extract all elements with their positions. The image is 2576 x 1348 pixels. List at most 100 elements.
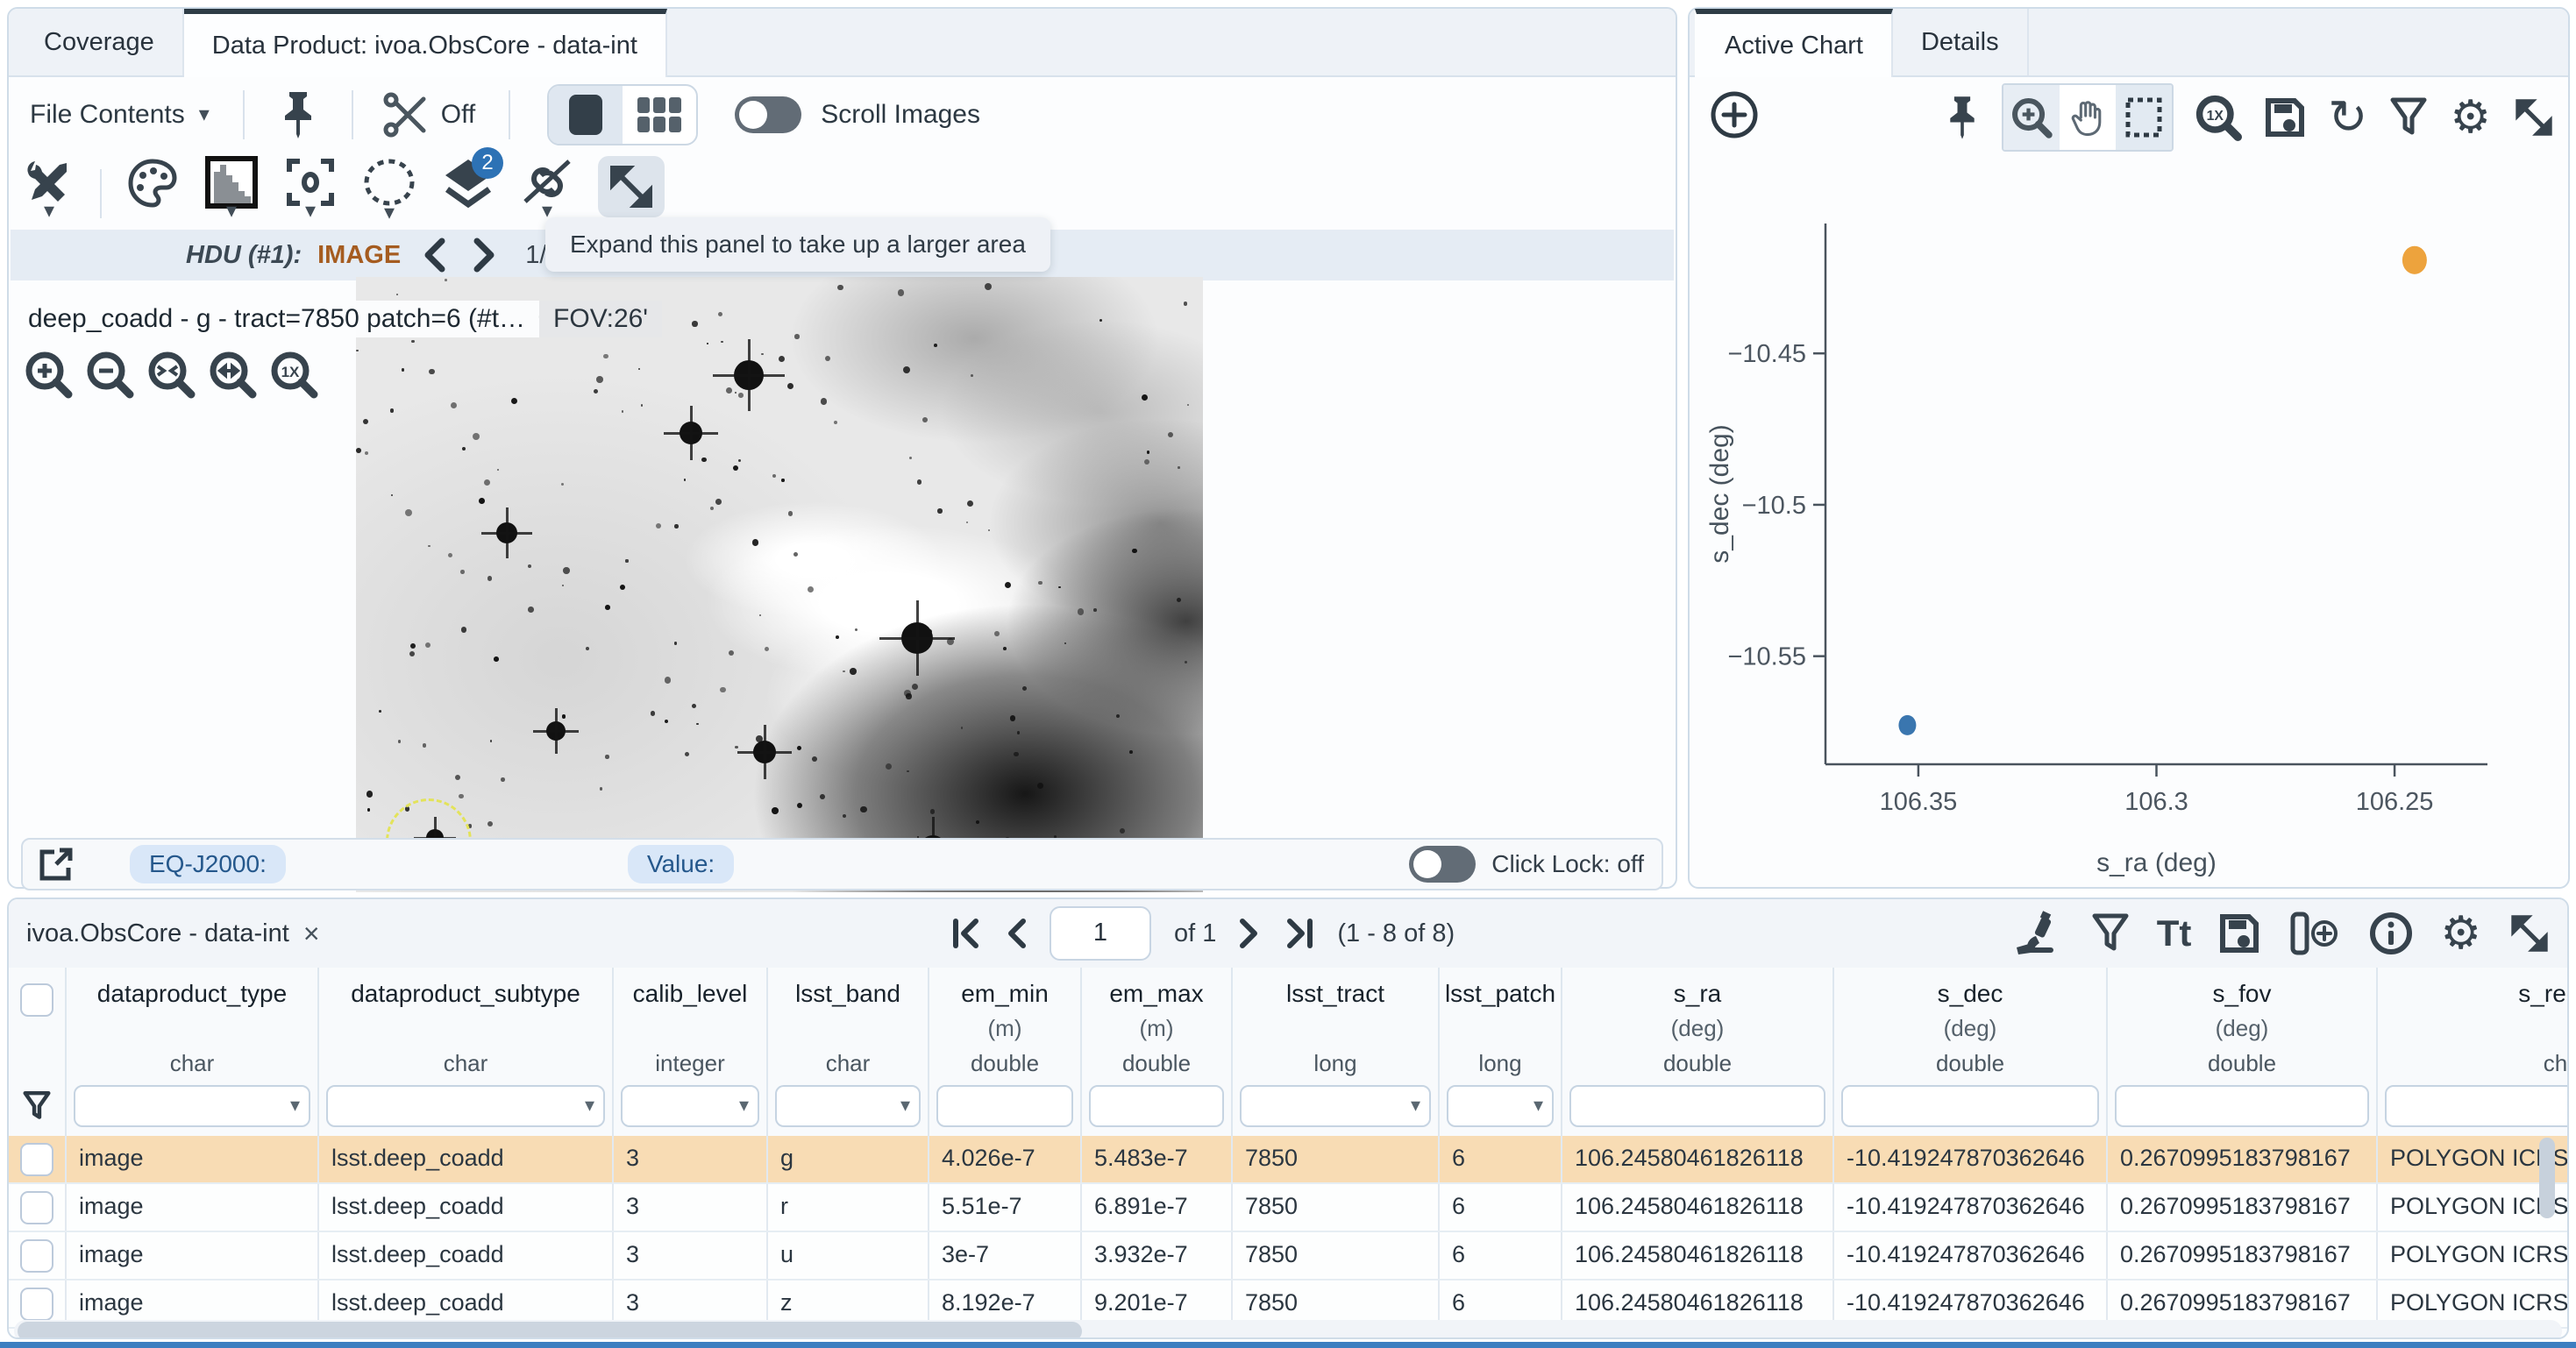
next-page-icon[interactable]	[1239, 918, 1262, 949]
table-row[interactable]: imagelsst.deep_coadd3r5.51e-76.891e-7785…	[9, 1184, 2569, 1232]
select-region-button[interactable]: ▾	[361, 156, 417, 217]
right-tabbar: Active Chart Details	[1690, 9, 2568, 77]
file-contents-dropdown[interactable]: File Contents	[30, 100, 185, 130]
hdu-next-button[interactable]	[467, 236, 502, 274]
table-filter-icon[interactable]	[2090, 912, 2131, 955]
chart-filter-icon[interactable]	[2388, 96, 2429, 139]
obscore-table-panel: ivoa.ObsCore - data-int × 1 of 1 (1 - 8 …	[7, 897, 2569, 1339]
table-settings-icon[interactable]: ⚙	[2440, 912, 2481, 955]
column-filter-select[interactable]: ▾	[1447, 1085, 1554, 1127]
row-checkbox[interactable]	[20, 1191, 53, 1224]
column-header[interactable]: em_max	[1109, 980, 1203, 1015]
table-cell: image	[67, 1184, 319, 1231]
pin-chart-icon[interactable]	[1944, 95, 1981, 140]
chart-select-button[interactable]	[2116, 85, 2172, 150]
column-filter-select[interactable]: ▾	[621, 1085, 759, 1127]
table-horizontal-scrollbar[interactable]	[14, 1320, 2562, 1339]
row-checkbox[interactable]	[20, 1288, 53, 1321]
column-header[interactable]: calib_level	[633, 980, 748, 1015]
scatter-chart[interactable]: 106.35106.3106.25−10.45−10.5−10.55s_ra (…	[1690, 158, 2568, 889]
column-header[interactable]: lsst_tract	[1286, 980, 1384, 1015]
info-icon[interactable]	[2368, 911, 2414, 956]
column-filter-select[interactable]: ▾	[326, 1085, 605, 1127]
table-tab[interactable]: ivoa.ObsCore - data-int ×	[9, 918, 320, 950]
crop-scissors-icon[interactable]	[383, 92, 429, 138]
column-filter-input[interactable]	[1569, 1085, 1825, 1127]
click-lock-toggle[interactable]	[1409, 846, 1476, 883]
chart-expand-icon[interactable]	[2512, 96, 2556, 139]
column-header[interactable]: em_min	[961, 980, 1049, 1015]
chart-restore-icon[interactable]: ↻	[2328, 96, 2367, 139]
fits-image-viewport[interactable]	[356, 277, 1203, 892]
table-save-icon[interactable]	[2217, 912, 2261, 955]
stretch-histogram-button[interactable]: ▾	[203, 156, 260, 216]
row-checkbox[interactable]	[20, 1239, 53, 1273]
scroll-images-toggle[interactable]	[735, 96, 801, 133]
chevron-down-icon[interactable]: ▾	[199, 110, 210, 119]
table-row[interactable]: imagelsst.deep_coadd3u3e-73.932e-7785061…	[9, 1232, 2569, 1281]
column-filter-input[interactable]	[1841, 1085, 2099, 1127]
column-header[interactable]: lsst_band	[795, 980, 900, 1015]
expand-panel-button[interactable]	[598, 156, 665, 217]
chart-zoom-original-icon[interactable]: 1X	[2195, 94, 2242, 141]
page-number-input[interactable]: 1	[1050, 906, 1151, 961]
column-filter-input[interactable]	[2115, 1085, 2369, 1127]
image-status-bar: EQ-J2000: Value: Click Lock: off	[21, 838, 1663, 890]
zoom-out-icon[interactable]	[84, 349, 135, 400]
single-view-button[interactable]	[549, 86, 623, 144]
zoom-in-icon[interactable]	[23, 349, 74, 400]
text-view-icon[interactable]: Tt	[2157, 912, 2192, 954]
column-header[interactable]: dataproduct_type	[97, 980, 287, 1015]
close-icon[interactable]: ×	[303, 918, 320, 950]
color-palette-button[interactable]	[125, 156, 181, 210]
chart-pan-button[interactable]	[2060, 85, 2116, 150]
tab-details-label: Details	[1921, 28, 1999, 57]
column-header[interactable]: s_region	[2518, 980, 2569, 1015]
center-image-button[interactable]: ▾	[282, 156, 338, 216]
last-page-icon[interactable]	[1284, 918, 1314, 949]
pin-icon[interactable]	[278, 90, 318, 139]
zoom-fit-icon[interactable]	[146, 349, 196, 400]
column-filter-input[interactable]	[936, 1085, 1073, 1127]
table-row[interactable]: imagelsst.deep_coadd3g4.026e-75.483e-778…	[9, 1136, 2569, 1184]
table-vertical-scrollbar[interactable]	[2539, 1138, 2555, 1313]
add-column-icon[interactable]	[2288, 911, 2342, 956]
table-cell: 6	[1440, 1184, 1562, 1231]
column-filter-input[interactable]	[1089, 1085, 1224, 1127]
column-header[interactable]: s_dec	[1938, 980, 2003, 1015]
inspect-microscope-icon[interactable]	[2015, 909, 2064, 958]
column-header[interactable]: dataproduct_subtype	[351, 980, 580, 1015]
chevron-down-icon: ▾	[1411, 1094, 1420, 1117]
zoom-fill-icon[interactable]	[207, 349, 258, 400]
image-tools-button[interactable]: ▾	[21, 156, 77, 216]
wcs-unlink-button[interactable]: ▾	[519, 156, 575, 216]
chart-zoom-button[interactable]	[2003, 85, 2060, 150]
layers-button[interactable]: 2	[440, 156, 496, 214]
hdu-prev-button[interactable]	[416, 236, 452, 274]
chart-settings-icon[interactable]: ⚙	[2450, 96, 2491, 139]
chart-save-icon[interactable]	[2263, 96, 2307, 139]
column-filter-select[interactable]: ▾	[1240, 1085, 1431, 1127]
first-page-icon[interactable]	[951, 918, 981, 949]
table-cell: image	[67, 1136, 319, 1182]
column-header[interactable]: lsst_patch	[1445, 980, 1555, 1015]
row-checkbox[interactable]	[20, 1143, 53, 1176]
column-header[interactable]: s_ra	[1674, 980, 1721, 1015]
tab-details[interactable]: Details	[1893, 9, 2029, 75]
column-filter-select[interactable]: ▾	[775, 1085, 921, 1127]
open-external-icon[interactable]	[37, 845, 75, 883]
column-header[interactable]: s_fov	[2213, 980, 2272, 1015]
column-filter-input[interactable]	[2385, 1085, 2569, 1127]
grid-view-button[interactable]	[623, 86, 696, 144]
table-expand-icon[interactable]	[2508, 912, 2551, 955]
zoom-1x-icon[interactable]: 1X	[268, 349, 319, 400]
tab-active-chart[interactable]: Active Chart	[1695, 9, 1893, 77]
add-chart-icon[interactable]	[1709, 89, 1760, 140]
select-all-checkbox[interactable]	[20, 983, 53, 1017]
column-type: long	[1313, 1050, 1356, 1082]
column-filter-select[interactable]: ▾	[74, 1085, 310, 1127]
prev-page-icon[interactable]	[1004, 918, 1027, 949]
tab-coverage[interactable]: Coverage	[14, 9, 184, 75]
tab-data-product[interactable]: Data Product: ivoa.ObsCore - data-int	[184, 9, 667, 77]
crop-state-label[interactable]: Off	[441, 100, 475, 130]
